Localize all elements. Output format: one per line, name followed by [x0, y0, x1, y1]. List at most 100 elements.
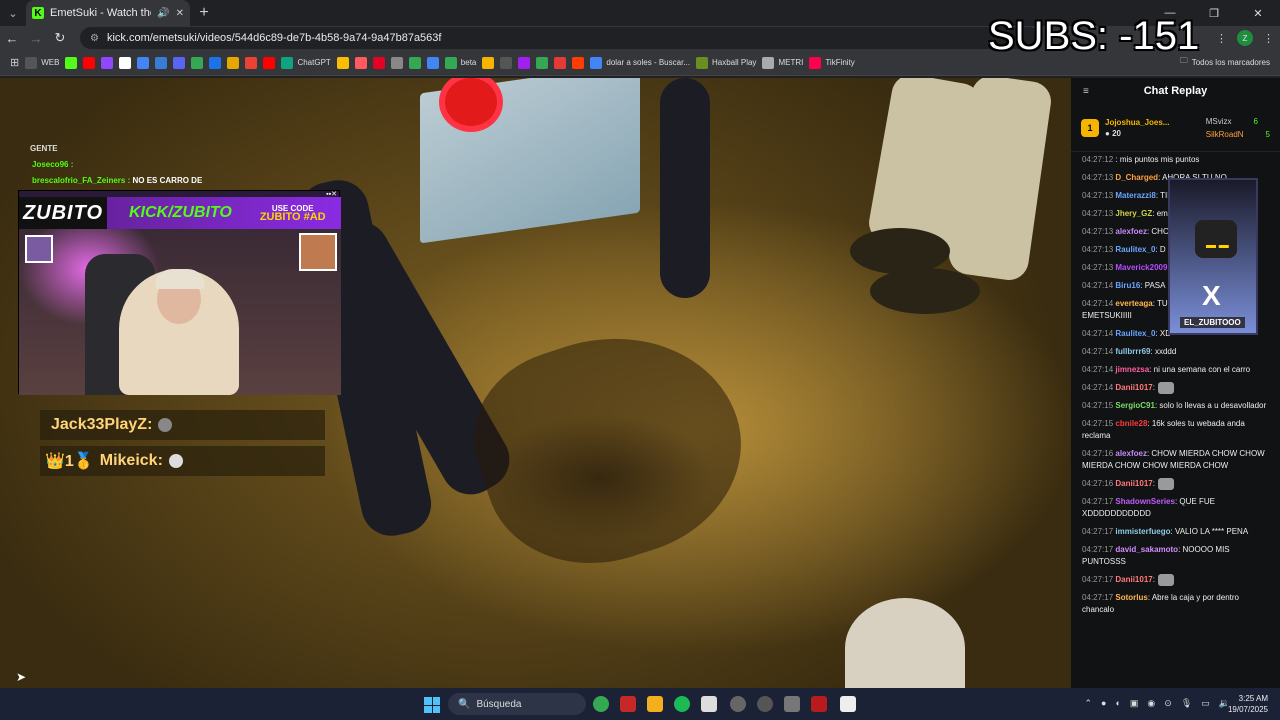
new-tab-button[interactable]: + — [190, 0, 218, 26]
bookmark-item[interactable] — [83, 54, 96, 72]
speaker-icon[interactable]: 🔊 — [157, 8, 169, 19]
chat-username[interactable]: immisterfuego — [1115, 527, 1170, 536]
discord-icon[interactable]: ● — [1101, 698, 1106, 709]
chat-username[interactable]: Jhery_GZ — [1115, 209, 1152, 218]
bookmark-item[interactable] — [554, 54, 567, 72]
forward-icon[interactable]: → — [24, 31, 48, 46]
bookmark-item[interactable] — [209, 54, 222, 72]
file-explorer-icon[interactable] — [647, 696, 663, 712]
bookmark-item[interactable] — [119, 54, 132, 72]
bookmark-item[interactable] — [482, 54, 495, 72]
bookmark-item[interactable] — [408, 54, 421, 72]
app-icon[interactable] — [730, 696, 746, 712]
tab-search-icon[interactable]: ⌄ — [0, 0, 26, 26]
bookmark-item[interactable]: beta — [444, 54, 476, 72]
app-icon[interactable] — [701, 696, 717, 712]
address-bar[interactable]: ⚙ kick.com/emetsuki/videos/544d6c89-de7b… — [80, 27, 1040, 49]
bookmark-item[interactable] — [354, 54, 367, 72]
site-info-icon[interactable]: ⚙ — [90, 33, 99, 44]
chat-username[interactable]: D_Charged — [1115, 173, 1158, 182]
chat-username[interactable]: cbnile28 — [1115, 419, 1147, 428]
bookmark-favicon-icon — [695, 56, 708, 69]
chat-username[interactable]: david_sakamoto — [1115, 545, 1178, 554]
back-icon[interactable]: ← — [0, 31, 24, 46]
bookmark-item[interactable] — [536, 54, 549, 72]
microphone-icon[interactable]: 🎙 — [1181, 698, 1192, 709]
chat-username[interactable]: jimnezsa — [1115, 365, 1149, 374]
bookmark-item[interactable] — [372, 54, 385, 72]
menu-icon[interactable]: ⋮ — [1263, 32, 1274, 45]
app-icon[interactable] — [620, 696, 636, 712]
extensions-icon[interactable]: ⋮ — [1216, 32, 1227, 45]
bookmark-item[interactable]: TikFinity — [809, 54, 855, 72]
taskbar-search[interactable]: 🔍 Búsqueda — [448, 693, 586, 715]
bookmark-item[interactable] — [390, 54, 403, 72]
close-tab-icon[interactable]: ✕ — [176, 8, 184, 19]
apps-icon[interactable]: ⊞ — [10, 54, 19, 72]
pip-banner: ZUBITO KICK/ZUBITO USE CODE ZUBITO #AD — [19, 197, 341, 229]
chat-username[interactable]: Danii1017 — [1115, 383, 1152, 392]
bookmark-item[interactable] — [572, 54, 585, 72]
app-icon[interactable] — [840, 696, 856, 712]
app-icon[interactable] — [784, 696, 800, 712]
chat-username[interactable]: Danii1017 — [1115, 575, 1152, 584]
chat-username[interactable]: Materazzi8 — [1115, 191, 1155, 200]
video-player[interactable]: GENTE Joseco96 : brescalofrio_FA_Zeiners… — [0, 78, 1071, 688]
bookmark-item[interactable] — [518, 54, 531, 72]
tray-app-icon[interactable]: ⊙ — [1164, 698, 1172, 709]
bookmark-item[interactable] — [227, 54, 240, 72]
points-leaderboard: 1 Jojoshua_Joes... ● 20 MSvizx 6 SilkRoad… — [1071, 104, 1280, 152]
app-icon[interactable] — [757, 696, 773, 712]
bookmark-item[interactable] — [173, 54, 186, 72]
bookmark-item[interactable] — [263, 54, 276, 72]
bookmark-item[interactable] — [426, 54, 439, 72]
bookmark-item[interactable]: Haxball Play — [695, 54, 756, 72]
tray-app-icon[interactable]: ▣ — [1130, 698, 1139, 709]
chat-username[interactable]: fullbrrr69 — [1115, 347, 1150, 356]
collapse-chat-icon[interactable]: ≡ — [1083, 86, 1089, 97]
chat-username[interactable]: alexfoez — [1115, 227, 1147, 236]
tray-app-icon[interactable]: ◐ — [1115, 698, 1120, 709]
bookmark-item[interactable] — [155, 54, 168, 72]
chat-username[interactable]: Danii1017 — [1115, 479, 1152, 488]
chat-message: 04:27:17 immisterfuego: VALIO LA **** PE… — [1082, 526, 1269, 538]
profile-avatar[interactable]: z — [1237, 30, 1253, 46]
bookmark-favicon-icon — [101, 56, 114, 69]
bookmark-item[interactable] — [137, 54, 150, 72]
active-tab[interactable]: K EmetSuki - Watch the VOD on 🔊 ✕ — [26, 0, 190, 26]
bookmark-item[interactable]: dolar a soles - Buscar... — [590, 54, 690, 72]
close-window-icon[interactable]: ✕ — [1236, 0, 1280, 26]
chat-username[interactable]: Raulitex_0 — [1115, 245, 1155, 254]
bookmark-label: ChatGPT — [297, 58, 331, 67]
bookmark-item[interactable]: WEB — [25, 54, 59, 72]
chat-text: : ni una semana con el carro — [1149, 365, 1251, 375]
chrome-icon[interactable] — [593, 696, 609, 712]
chevron-up-icon[interactable]: ⌃ — [1084, 698, 1092, 709]
chat-username[interactable]: Sotorlus — [1115, 593, 1147, 602]
chat-username[interactable]: everteaga — [1115, 299, 1152, 308]
monitor-icon[interactable]: ▭ — [1201, 698, 1210, 709]
bookmark-item[interactable] — [500, 54, 513, 72]
chat-username[interactable]: SergioC91 — [1115, 401, 1155, 410]
start-button[interactable] — [424, 697, 440, 713]
app-icon[interactable] — [811, 696, 827, 712]
chat-username[interactable]: Raulitex_0 — [1115, 329, 1155, 338]
chat-username[interactable]: Maverick2009 — [1115, 263, 1167, 272]
bookmark-item[interactable]: METRI — [762, 54, 803, 72]
spotify-icon[interactable] — [674, 696, 690, 712]
bookmark-item[interactable] — [65, 54, 78, 72]
bookmark-item[interactable] — [191, 54, 204, 72]
chat-username[interactable]: ShadownSeries — [1115, 497, 1175, 506]
chat-username[interactable]: Biru16 — [1115, 281, 1140, 290]
tray-app-icon[interactable]: ◉ — [1147, 698, 1155, 709]
bookmark-item[interactable]: ChatGPT — [281, 54, 331, 72]
reload-icon[interactable]: ↻ — [48, 30, 72, 46]
chat-timestamp: 04:27:14 — [1082, 329, 1114, 339]
bookmark-item[interactable] — [245, 54, 258, 72]
gente-label: GENTE — [30, 144, 58, 153]
clock[interactable]: 3:25 AM 19/07/2025 — [1228, 693, 1268, 715]
chat-timestamp: 04:27:14 — [1082, 281, 1114, 291]
chat-username[interactable]: alexfoez — [1115, 449, 1147, 458]
bookmark-item[interactable] — [336, 54, 349, 72]
bookmark-item[interactable] — [101, 54, 114, 72]
